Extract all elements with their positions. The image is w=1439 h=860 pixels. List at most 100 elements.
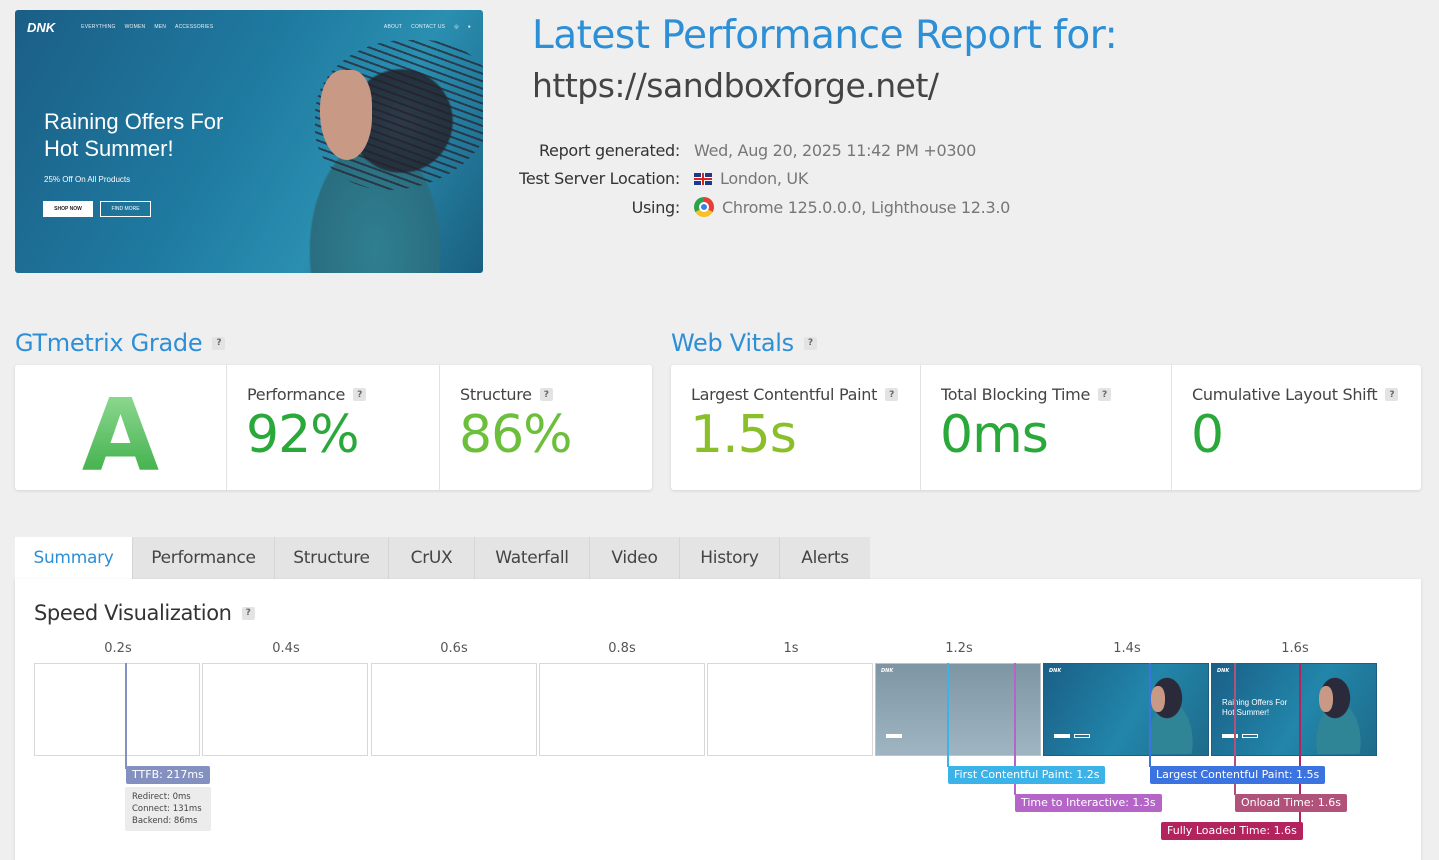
meta-location: Test Server Location: London, UK — [480, 165, 1010, 194]
frame-button — [886, 734, 902, 738]
report-tabs: Summary Performance Structure CrUX Water… — [15, 537, 870, 579]
tab-waterfall[interactable]: Waterfall — [475, 537, 590, 579]
help-icon[interactable]: ? — [353, 388, 367, 401]
filmstrip-frame[interactable] — [371, 663, 537, 756]
timeline-tick: 0.8s — [608, 641, 636, 656]
tbt-cell: Total Blocking Time ? 0ms — [921, 365, 1172, 490]
lcp-label: Largest Contentful Paint — [691, 385, 878, 404]
meta-value: Wed, Aug 20, 2025 11:42 PM +0300 — [694, 141, 976, 160]
cls-label: Cumulative Layout Shift — [1192, 385, 1378, 404]
help-icon[interactable]: ? — [241, 606, 255, 620]
preview-headline-line1: Raining Offers For — [44, 109, 224, 134]
cls-label-wrap: Cumulative Layout Shift ? — [1192, 385, 1399, 404]
tab-alerts[interactable]: Alerts — [780, 537, 870, 579]
tab-crux[interactable]: CrUX — [389, 537, 475, 579]
frame-button — [1054, 734, 1070, 738]
filmstrip-frame[interactable] — [34, 663, 200, 756]
fully-loaded-marker[interactable]: Fully Loaded Time: 1.6s — [1161, 822, 1303, 840]
location-value: London, UK — [720, 169, 809, 189]
meta-label: Report generated: — [538, 140, 680, 160]
preview-nav-item: EVERYTHING — [81, 24, 116, 30]
ttfb-line — [125, 663, 127, 769]
structure-label-wrap: Structure ? — [460, 385, 553, 404]
speed-visualization-title: Speed Visualization — [34, 601, 232, 625]
meta-using: Using: Chrome 125.0.0.0, Lighthouse 12.3… — [480, 193, 1010, 222]
tab-history[interactable]: History — [680, 537, 780, 579]
help-icon[interactable]: ? — [1385, 388, 1399, 401]
meta-label: Test Server Location: — [519, 169, 680, 189]
preview-user-icon: ● — [467, 24, 471, 30]
filmstrip-frame[interactable] — [202, 663, 368, 756]
timeline-tick: 1.2s — [945, 641, 973, 656]
filmstrip-frame[interactable]: DNK — [1043, 663, 1209, 756]
frame-headline-line1: Raining Offers For — [1222, 698, 1288, 707]
preview-headline-line2: Hot Summer! — [44, 136, 174, 161]
help-icon[interactable]: ? — [539, 388, 553, 401]
preview-shop-button: SHOP NOW — [43, 201, 93, 217]
report-meta: Report generated: Wed, Aug 20, 2025 11:4… — [480, 136, 1010, 222]
frame-button — [1242, 734, 1258, 738]
fcp-line — [947, 663, 949, 767]
preview-nav: DNK EVERYTHING WOMEN MEN ACCESSORIES ABO… — [27, 20, 471, 35]
tti-marker[interactable]: Time to Interactive: 1.3s — [1015, 794, 1162, 812]
frame-logo: DNK — [1049, 668, 1062, 674]
frame-headline: Raining Offers For Hot Summer! — [1222, 698, 1287, 718]
performance-value: 92% — [246, 405, 360, 465]
filmstrip-frame[interactable] — [707, 663, 873, 756]
summary-panel: Speed Visualization ? 0.2s 0.4s 0.6s 0.8… — [15, 579, 1421, 860]
frame-photo — [1307, 674, 1376, 754]
onload-marker[interactable]: Onload Time: 1.6s — [1235, 794, 1347, 812]
gtmetrix-grade-title: GTmetrix Grade — [15, 329, 203, 357]
tab-summary[interactable]: Summary — [15, 537, 133, 579]
performance-cell: Performance ? 92% — [227, 365, 440, 490]
preview-more-button: FIND MORE — [100, 201, 151, 217]
uk-flag-icon — [694, 172, 712, 185]
ttfb-breakdown: Redirect: 0ms Connect: 131ms Backend: 86… — [125, 787, 211, 831]
help-icon[interactable]: ? — [885, 388, 899, 401]
ttfb-redirect: Redirect: 0ms — [132, 792, 191, 802]
help-icon[interactable]: ? — [1098, 388, 1112, 401]
lcp-marker[interactable]: Largest Contentful Paint: 1.5s — [1150, 766, 1326, 784]
ttfb-marker[interactable]: TTFB: 217ms — [126, 766, 210, 784]
tab-structure[interactable]: Structure — [275, 537, 389, 579]
frame-face — [1319, 686, 1333, 712]
filmstrip-frame[interactable]: DNK — [875, 663, 1041, 756]
performance-label-wrap: Performance ? — [247, 385, 367, 404]
structure-label: Structure — [460, 385, 532, 404]
help-icon[interactable]: ? — [803, 336, 817, 350]
grade-letter: A — [15, 377, 226, 494]
grade-cell: A — [15, 365, 227, 494]
preview-nav-item: ABOUT — [383, 24, 403, 30]
tab-performance[interactable]: Performance — [133, 537, 275, 579]
filmstrip-frame[interactable] — [539, 663, 705, 756]
site-screenshot: DNK EVERYTHING WOMEN MEN ACCESSORIES ABO… — [15, 10, 483, 273]
timeline-tick: 0.2s — [104, 641, 132, 656]
tbt-label-wrap: Total Blocking Time ? — [941, 385, 1112, 404]
chrome-icon — [694, 197, 714, 218]
lcp-cell: Largest Contentful Paint ? 1.5s — [671, 365, 921, 490]
tbt-label: Total Blocking Time — [941, 385, 1091, 404]
lcp-line — [1149, 663, 1151, 767]
tbt-value: 0ms — [940, 405, 1049, 465]
meta-value: Chrome 125.0.0.0, Lighthouse 12.3.0 — [694, 197, 1010, 218]
timeline-tick: 1.6s — [1281, 641, 1309, 656]
help-icon[interactable]: ? — [212, 336, 226, 350]
structure-value: 86% — [459, 405, 573, 465]
generated-value: Wed, Aug 20, 2025 11:42 PM +0300 — [694, 140, 976, 160]
web-vitals-heading: Web Vitals ? — [671, 329, 817, 357]
timeline-tick: 0.6s — [440, 641, 468, 656]
preview-instagram-icon: ◎ — [454, 24, 459, 30]
preview-nav-item: ACCESSORIES — [175, 24, 214, 30]
lcp-label-wrap: Largest Contentful Paint ? — [691, 385, 899, 404]
report-url[interactable]: https://sandboxforge.net/ — [532, 66, 939, 105]
timeline-tick: 0.4s — [272, 641, 300, 656]
hero-face-graphic — [320, 70, 372, 160]
fcp-marker[interactable]: First Contentful Paint: 1.2s — [948, 766, 1106, 784]
cls-value: 0 — [1191, 405, 1224, 465]
preview-headline: Raining Offers For Hot Summer! — [44, 108, 264, 162]
preview-nav-item: CONTACT US — [411, 24, 446, 30]
gtmetrix-grade-heading: GTmetrix Grade ? — [15, 329, 226, 357]
frame-headline-line2: Hot Summer! — [1222, 708, 1270, 717]
tab-video[interactable]: Video — [590, 537, 680, 579]
grade-card: A Performance ? 92% Structure ? 86% — [15, 365, 652, 494]
